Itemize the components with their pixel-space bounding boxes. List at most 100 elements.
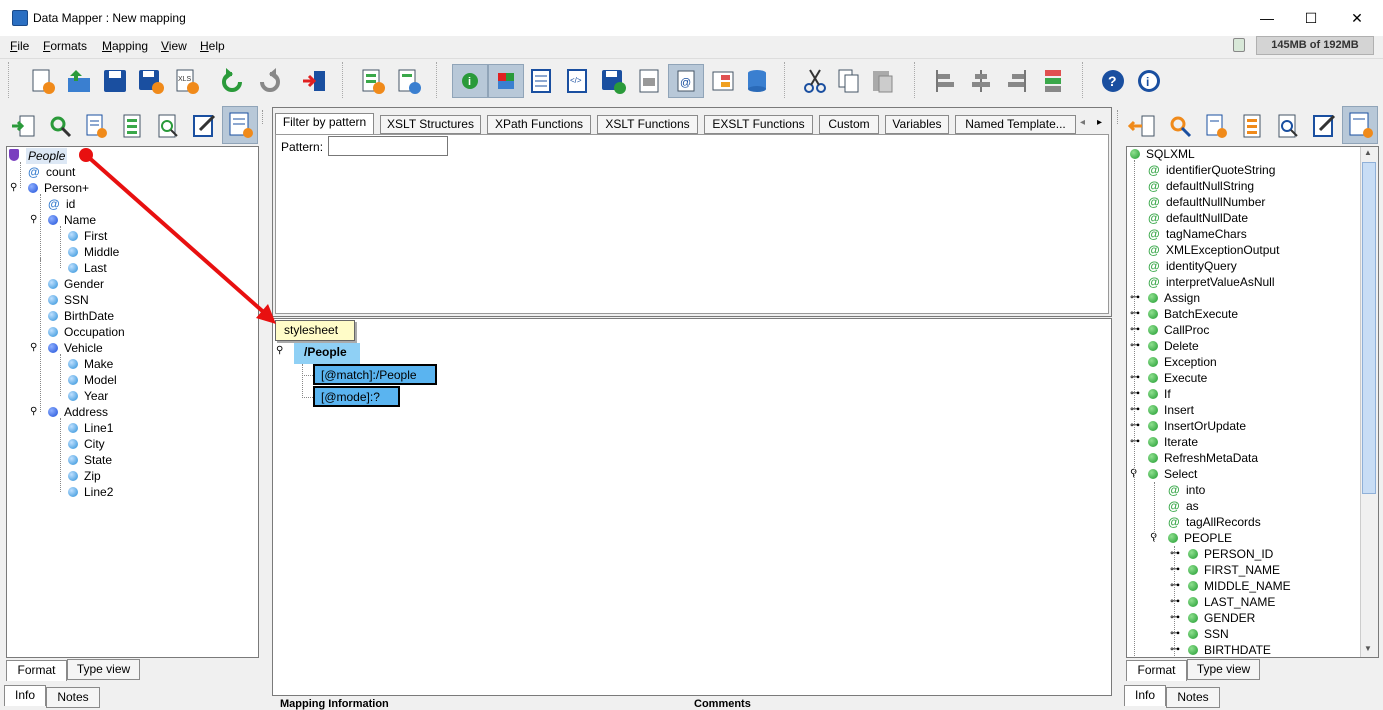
expand-toggle-icon[interactable]: ⊶: [1130, 324, 1140, 335]
expand-toggle-icon[interactable]: ⊶: [1130, 436, 1140, 447]
tree-item[interactable]: Address: [48, 404, 108, 420]
function-tab[interactable]: XSLT Functions: [597, 115, 698, 134]
tab-type-view[interactable]: Type view: [67, 659, 140, 680]
target-tree-item[interactable]: If: [1148, 386, 1171, 402]
export-xls-icon[interactable]: XLS: [172, 66, 202, 96]
info-view-icon[interactable]: i: [452, 64, 488, 98]
target-tree-item[interactable]: BIRTHDATE: [1188, 642, 1271, 658]
expand-toggle-icon[interactable]: ⊶: [1130, 308, 1140, 319]
target-tree-item[interactable]: @ identifierQuoteString: [1148, 162, 1275, 178]
target-search-icon[interactable]: [1274, 112, 1302, 140]
edit-icon[interactable]: [190, 112, 218, 140]
tree-item[interactable]: Gender: [48, 276, 104, 292]
database-icon[interactable]: [742, 66, 772, 96]
target-tree-item[interactable]: @ XMLExceptionOutput: [1148, 242, 1279, 258]
template-people-node[interactable]: /People: [294, 343, 360, 364]
attr-match-node[interactable]: [@match]:/People: [313, 364, 437, 385]
target-list-icon[interactable]: [1238, 112, 1266, 140]
open-icon[interactable]: [64, 66, 94, 96]
target-schema-view-icon[interactable]: [1342, 106, 1378, 144]
tree-item[interactable]: State: [68, 452, 112, 468]
scrollbar-thumb[interactable]: [1362, 162, 1376, 494]
target-tree-item[interactable]: Delete: [1148, 338, 1199, 354]
tree-root-people[interactable]: People: [26, 148, 68, 164]
tree-item[interactable]: Line2: [68, 484, 113, 500]
tree-item[interactable]: BirthDate: [48, 308, 114, 324]
target-new-node-icon[interactable]: [1202, 112, 1230, 140]
expand-toggle-icon[interactable]: ⊶: [1170, 580, 1180, 591]
distribute-icon[interactable]: [1038, 66, 1068, 96]
attribute-view-icon[interactable]: @: [668, 64, 704, 98]
tree-item[interactable]: City: [68, 436, 105, 452]
target-tree-item[interactable]: @ interpretValueAsNull: [1148, 274, 1275, 290]
attr-mode-node[interactable]: [@mode]:?: [313, 386, 400, 407]
list-icon[interactable]: [118, 112, 146, 140]
target-tree-item[interactable]: BatchExecute: [1148, 306, 1238, 322]
target-tree-item[interactable]: PEOPLE: [1168, 530, 1232, 546]
schema-view-icon[interactable]: [222, 106, 258, 144]
search-doc-icon[interactable]: [154, 112, 182, 140]
function-tab[interactable]: Custom: [819, 115, 879, 134]
expand-toggle-icon[interactable]: ⊶: [1130, 340, 1140, 351]
tree-item[interactable]: Make: [68, 356, 113, 372]
function-tab[interactable]: Named Template...: [955, 115, 1076, 134]
tabs-scroll-left-icon[interactable]: ◂: [1080, 117, 1085, 128]
expand-toggle-icon[interactable]: ⚲: [10, 182, 17, 193]
help-icon[interactable]: ?: [1098, 66, 1128, 96]
splitter-grip[interactable]: [262, 110, 266, 124]
menu-help[interactable]: Help: [200, 39, 225, 53]
function-tab[interactable]: XPath Functions: [487, 115, 591, 134]
expand-toggle-icon[interactable]: ⊶: [1170, 564, 1180, 575]
save-icon[interactable]: [100, 66, 130, 96]
target-tree-item[interactable]: Exception: [1148, 354, 1217, 370]
tree-item[interactable]: Occupation: [48, 324, 125, 340]
garbage-collect-icon[interactable]: [1233, 38, 1245, 52]
target-tree-item[interactable]: GENDER: [1188, 610, 1255, 626]
target-tree-item[interactable]: @ identityQuery: [1148, 258, 1237, 274]
expand-toggle-icon[interactable]: ⚲: [30, 342, 37, 353]
target-tree-item[interactable]: InsertOrUpdate: [1148, 418, 1246, 434]
new-format-icon[interactable]: [358, 66, 388, 96]
scroll-up-icon[interactable]: ▲: [1364, 148, 1372, 157]
tree-item[interactable]: Last: [68, 260, 107, 276]
target-tree-item[interactable]: Assign: [1148, 290, 1200, 306]
paste-icon[interactable]: [868, 66, 898, 96]
target-tab-notes[interactable]: Notes: [1166, 687, 1220, 708]
save-run-icon[interactable]: [598, 66, 628, 96]
tab-info[interactable]: Info: [4, 685, 46, 706]
tree-item[interactable]: Model: [68, 372, 117, 388]
target-tree-item[interactable]: @ defaultNullNumber: [1148, 194, 1265, 210]
tabs-scroll-right-icon[interactable]: ▸: [1097, 117, 1102, 128]
menu-mapping[interactable]: Mapping: [102, 39, 148, 53]
align-left-icon[interactable]: [930, 66, 960, 96]
save-as-icon[interactable]: [136, 66, 166, 96]
tree-item[interactable]: Zip: [68, 468, 101, 484]
expand-toggle-icon[interactable]: ⚲: [276, 345, 283, 356]
target-tree-item[interactable]: RefreshMetaData: [1148, 450, 1258, 466]
target-tree-item[interactable]: PERSON_ID: [1188, 546, 1273, 562]
expand-toggle-icon[interactable]: ⊶: [1130, 388, 1140, 399]
undo-icon[interactable]: [218, 66, 248, 96]
scroll-down-icon[interactable]: ▼: [1364, 644, 1372, 653]
tree-root-sqlxml[interactable]: SQLXML: [1130, 146, 1195, 162]
tree-item[interactable]: Name: [48, 212, 96, 228]
target-tree-item[interactable]: @ tagNameChars: [1148, 226, 1247, 242]
target-edit-icon[interactable]: [1310, 112, 1338, 140]
minimize-button[interactable]: —: [1255, 6, 1279, 30]
target-tree-item[interactable]: @ tagAllRecords: [1168, 514, 1261, 530]
grid-icon[interactable]: [526, 66, 556, 96]
table-view-icon[interactable]: [708, 66, 738, 96]
format-settings-icon[interactable]: [394, 66, 424, 96]
load-format-icon[interactable]: [10, 112, 38, 140]
function-tab[interactable]: XSLT Structures: [380, 115, 481, 134]
new-node-icon[interactable]: [82, 112, 110, 140]
tree-item[interactable]: Person+: [28, 180, 89, 196]
new-icon[interactable]: [28, 66, 58, 96]
expand-toggle-icon[interactable]: ⊶: [1170, 644, 1180, 655]
target-tab-type-view[interactable]: Type view: [1187, 659, 1260, 680]
expand-toggle-icon[interactable]: ⊶: [1130, 420, 1140, 431]
tree-item[interactable]: Line1: [68, 420, 113, 436]
color-view-icon[interactable]: [488, 64, 524, 98]
target-tree-item[interactable]: FIRST_NAME: [1188, 562, 1280, 578]
cut-icon[interactable]: [800, 66, 830, 96]
